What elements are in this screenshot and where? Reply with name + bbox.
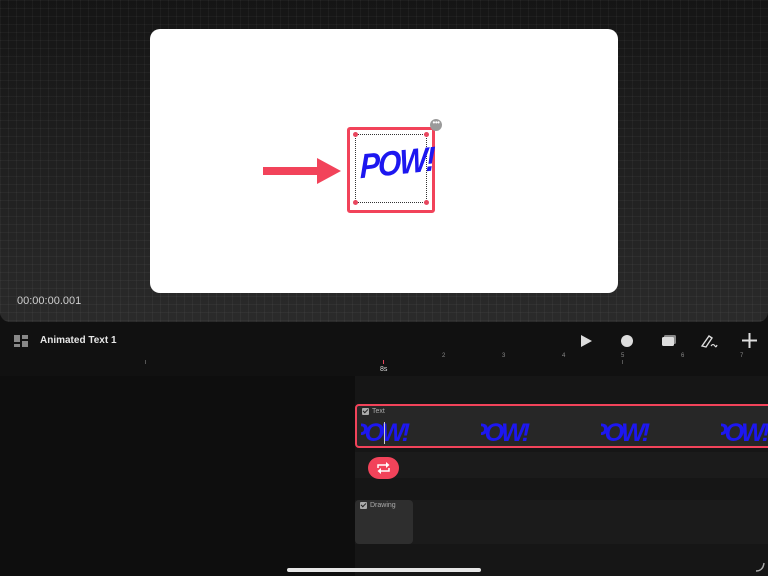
clip-thumbnail: POW!: [481, 420, 530, 446]
ruler-tick: 4: [562, 353, 566, 359]
canvas[interactable]: POW! •••: [150, 29, 618, 293]
record-icon[interactable]: [620, 334, 634, 348]
text-clip[interactable]: Text POW! POW! POW! POW!: [355, 404, 768, 448]
clip-thumbnail: POW!: [361, 420, 410, 446]
ruler-tick-mark: [145, 360, 146, 364]
selected-text-object[interactable]: POW!: [347, 127, 435, 213]
drawing-clip-label: Drawing: [360, 502, 396, 509]
resize-handle-top-left[interactable]: [353, 132, 358, 137]
clip-thumbnail: POW!: [601, 420, 650, 446]
layout-icon[interactable]: [14, 335, 28, 347]
track-lane: [355, 500, 768, 544]
track-lane: [355, 452, 768, 478]
ruler-tick: 6: [681, 353, 685, 359]
playhead-label: 8s: [380, 366, 388, 373]
resize-corner-icon[interactable]: [755, 562, 765, 572]
timecode: 00:00:00.001: [17, 295, 82, 307]
pow-text: POW!: [360, 140, 434, 187]
resize-handle-bottom-right[interactable]: [424, 200, 429, 205]
layers-icon[interactable]: [661, 334, 677, 348]
clip-trim-cursor[interactable]: [384, 422, 385, 444]
timeline-ruler[interactable]: 2 3 4 5 6 7 8s: [0, 350, 768, 376]
draw-icon[interactable]: [700, 333, 718, 349]
playhead-marker[interactable]: [383, 360, 384, 364]
home-indicator[interactable]: [287, 568, 481, 572]
add-icon[interactable]: [742, 333, 757, 348]
ruler-tick: 2: [442, 353, 446, 359]
drawing-clip[interactable]: Drawing: [355, 500, 413, 544]
play-icon[interactable]: [579, 334, 593, 348]
arrow-annotation-icon: [263, 158, 341, 184]
ruler-tick: 7: [740, 353, 744, 359]
clip-label-text: Text: [372, 408, 385, 415]
checkbox-icon[interactable]: [362, 408, 369, 415]
loop-button[interactable]: [368, 457, 399, 479]
ruler-tick: 3: [502, 353, 506, 359]
ruler-tick-mark: [622, 360, 623, 364]
more-options-button[interactable]: •••: [430, 119, 442, 131]
loop-icon: [377, 462, 390, 474]
resize-handle-bottom-left[interactable]: [353, 200, 358, 205]
clip-thumbnail: POW!: [721, 420, 768, 446]
text-clip-label: Text: [362, 408, 385, 415]
checkbox-icon[interactable]: [360, 502, 367, 509]
clip-thumbnails: POW! POW! POW! POW!: [361, 420, 768, 446]
track-headers-area: [0, 376, 355, 576]
clip-label-text: Drawing: [370, 502, 396, 509]
resize-handle-top-right[interactable]: [424, 132, 429, 137]
ruler-tick: 5: [621, 353, 625, 359]
project-title[interactable]: Animated Text 1: [40, 335, 117, 346]
stage-area: POW! ••• 00:00:00.001: [0, 0, 768, 322]
